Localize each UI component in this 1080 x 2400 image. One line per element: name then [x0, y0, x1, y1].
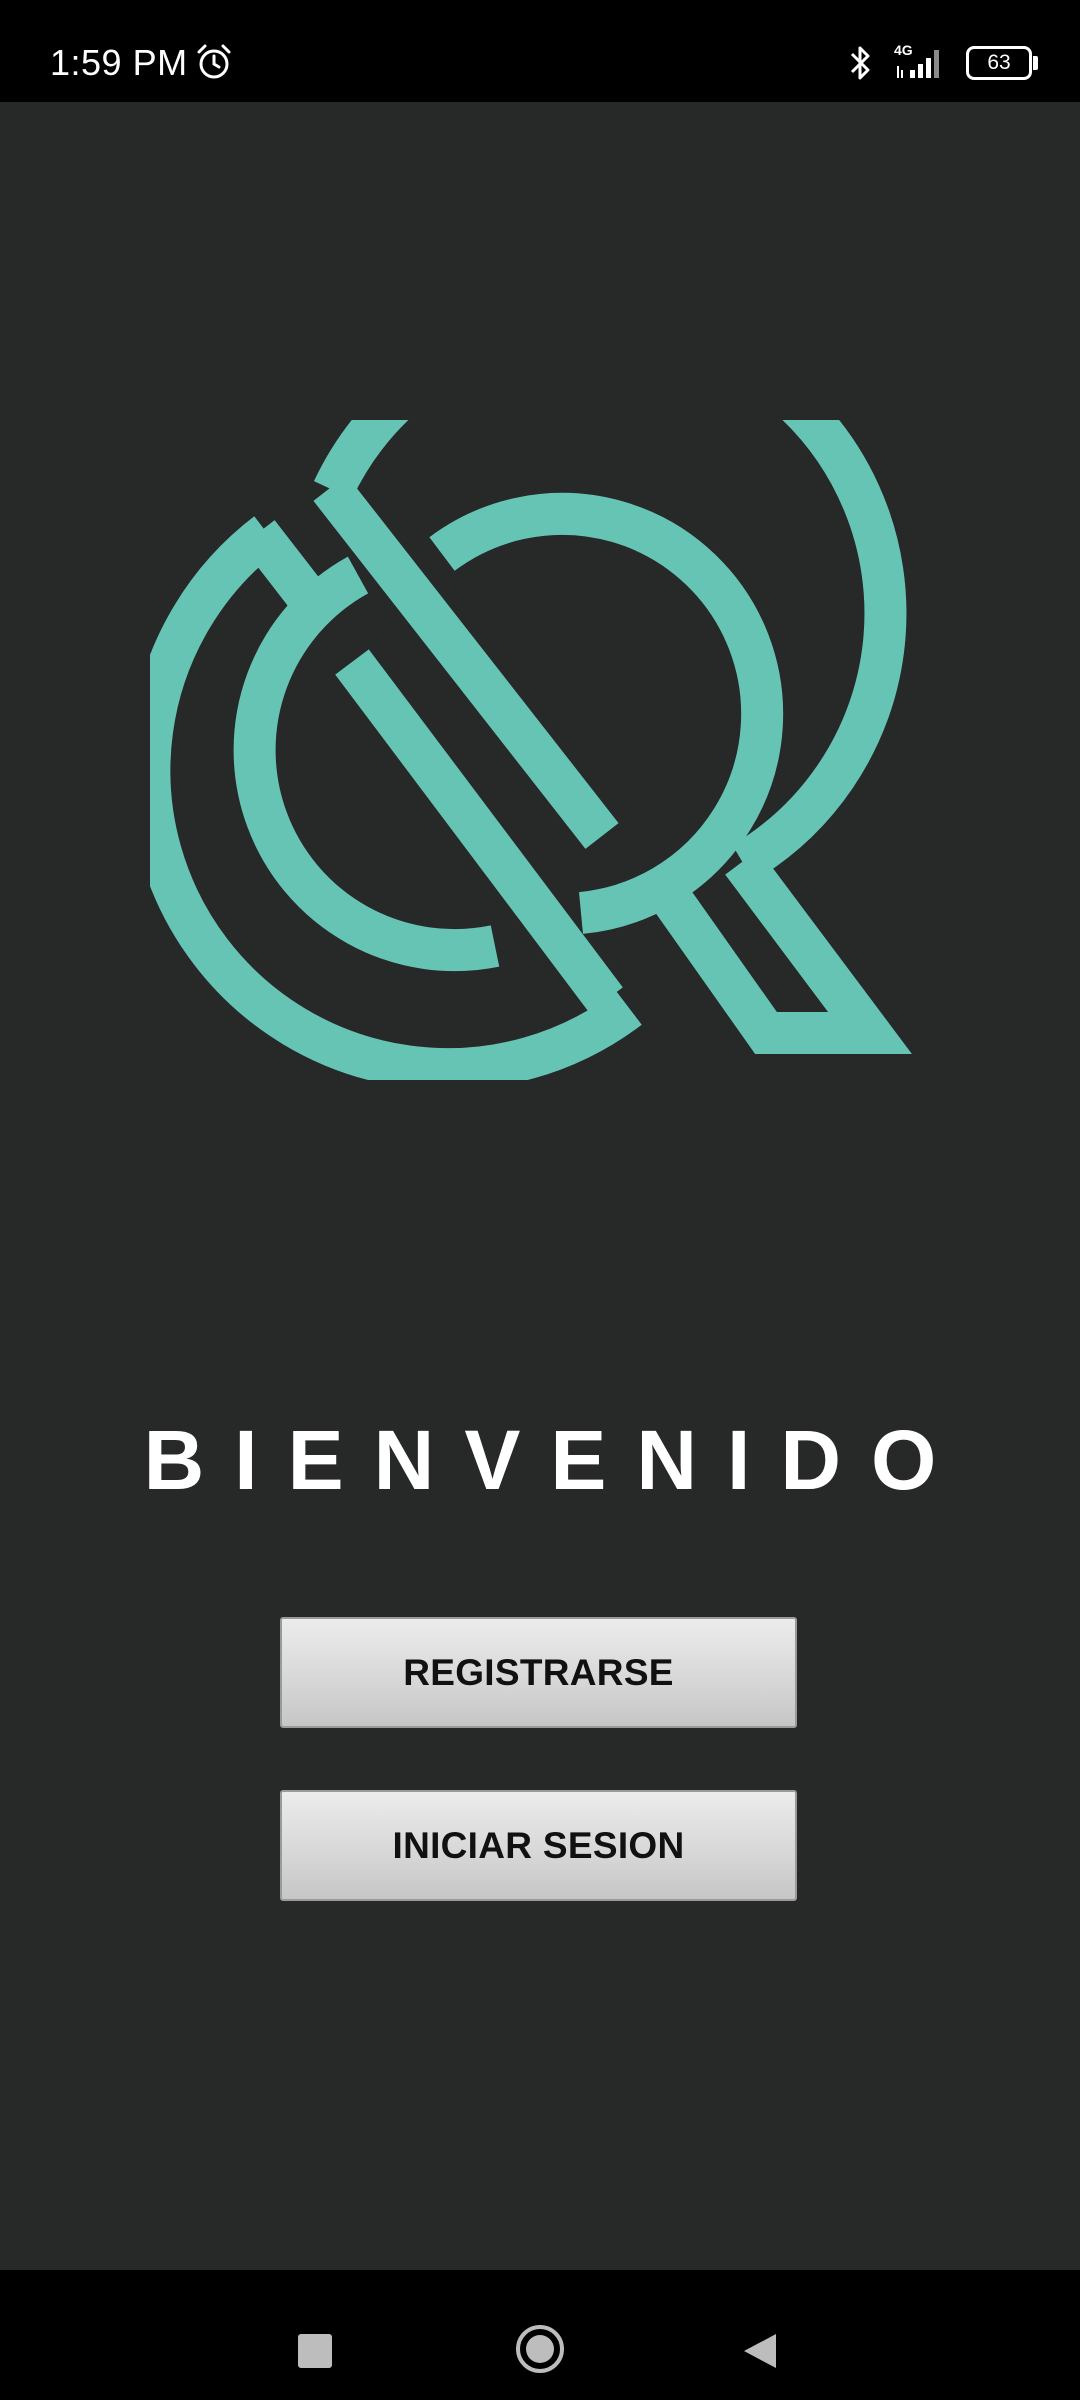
alarm-icon: [197, 44, 231, 79]
battery-level: 63: [987, 51, 1011, 74]
app-logo: [150, 420, 912, 1080]
home-icon[interactable]: [516, 2325, 564, 2373]
welcome-title: BIENVENIDO: [143, 1413, 967, 1507]
welcome-screen: 1:59 PM 4G 63 BIENVENIDO REGISTRARSE INI…: [0, 0, 1080, 2400]
status-time: 1:59 PM: [50, 42, 188, 83]
navigation-bar: [0, 2270, 1080, 2400]
battery-icon: 63: [966, 46, 1032, 80]
login-button[interactable]: INICIAR SESION: [280, 1790, 797, 1901]
recents-icon[interactable]: [298, 2334, 332, 2368]
bluetooth-icon: [850, 46, 870, 80]
battery-tip: [1033, 56, 1038, 70]
status-bar: 1:59 PM 4G 63: [0, 0, 1080, 102]
register-button[interactable]: REGISTRARSE: [280, 1617, 797, 1728]
signal-icon: 4G: [894, 42, 954, 80]
back-icon[interactable]: [740, 2330, 780, 2372]
home-icon-inner: [526, 2335, 554, 2363]
